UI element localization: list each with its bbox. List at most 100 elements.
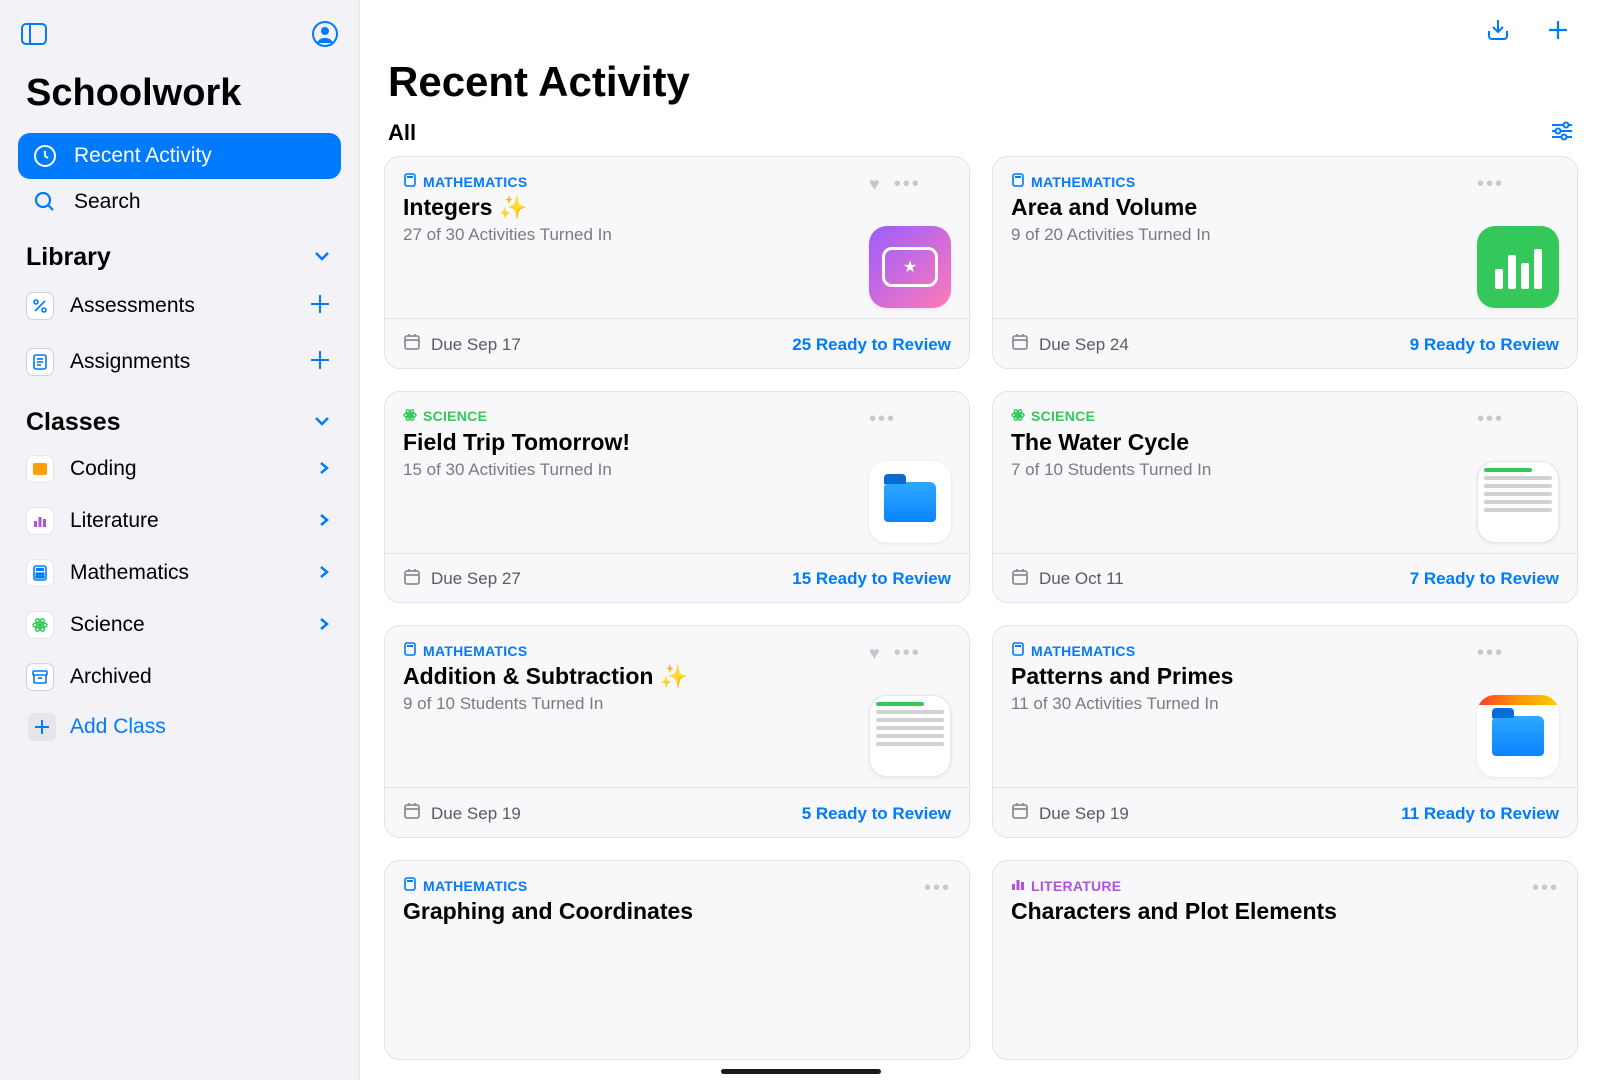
more-icon[interactable]: ••• bbox=[894, 642, 921, 665]
ready-to-review-link[interactable]: 15 Ready to Review bbox=[792, 569, 951, 589]
assignment-card[interactable]: MATHEMATICS Area and Volume 9 of 20 Acti… bbox=[992, 156, 1578, 369]
card-subject: LITERATURE bbox=[1011, 877, 1522, 894]
sidebar-archived[interactable]: Archived bbox=[18, 651, 341, 703]
subject-icon bbox=[403, 408, 417, 425]
chevron-down-icon bbox=[313, 408, 331, 437]
classes-header[interactable]: Classes bbox=[18, 390, 341, 443]
card-thumb-icon bbox=[1477, 695, 1559, 777]
card-due: Due Sep 17 bbox=[403, 333, 521, 356]
clock-icon bbox=[32, 143, 58, 169]
chevron-right-icon bbox=[317, 509, 331, 533]
main-panel: Recent Activity All MATHEMATICS Integers… bbox=[360, 0, 1602, 1080]
add-assessment-button[interactable] bbox=[309, 290, 331, 322]
import-button[interactable] bbox=[1482, 14, 1514, 46]
library-assessments-label: Assessments bbox=[70, 294, 195, 318]
sidebar-class-science[interactable]: Science bbox=[18, 599, 341, 651]
more-icon[interactable]: ••• bbox=[1477, 642, 1504, 665]
ready-to-review-link[interactable]: 25 Ready to Review bbox=[792, 335, 951, 355]
search-icon bbox=[32, 189, 58, 215]
nav-search[interactable]: Search bbox=[18, 179, 341, 225]
library-header[interactable]: Library bbox=[18, 225, 341, 278]
sidebar-class-mathematics[interactable]: Mathematics bbox=[18, 547, 341, 599]
library-assignments[interactable]: Assignments bbox=[18, 334, 341, 390]
chevron-right-icon bbox=[317, 457, 331, 481]
card-subject-label: SCIENCE bbox=[423, 408, 487, 424]
calendar-icon bbox=[403, 333, 421, 356]
filter-label[interactable]: All bbox=[388, 120, 416, 146]
card-title: Characters and Plot Elements bbox=[1011, 898, 1522, 925]
add-class-button[interactable]: Add Class bbox=[18, 703, 341, 751]
more-icon[interactable]: ••• bbox=[1477, 173, 1504, 196]
calendar-icon bbox=[1011, 333, 1029, 356]
new-button[interactable] bbox=[1542, 14, 1574, 46]
card-subject: MATHEMATICS bbox=[1011, 173, 1467, 190]
profile-icon[interactable] bbox=[309, 18, 341, 50]
assignment-card[interactable]: MATHEMATICS Graphing and Coordinates ••• bbox=[384, 860, 970, 1060]
subject-icon bbox=[403, 173, 417, 190]
more-icon[interactable]: ••• bbox=[924, 877, 951, 900]
favorite-icon[interactable]: ♥ bbox=[869, 643, 880, 664]
classes-header-label: Classes bbox=[26, 408, 121, 437]
assignment-card[interactable]: MATHEMATICS Integers ✨ 27 of 30 Activiti… bbox=[384, 156, 970, 369]
card-subject-label: MATHEMATICS bbox=[1031, 643, 1135, 659]
subject-icon bbox=[1011, 642, 1025, 659]
class-icon bbox=[26, 611, 54, 639]
add-assignment-button[interactable] bbox=[309, 346, 331, 378]
assignment-card[interactable]: MATHEMATICS Addition & Subtraction ✨ 9 o… bbox=[384, 625, 970, 838]
card-subtitle: 9 of 10 Students Turned In bbox=[403, 694, 859, 714]
card-subject-label: MATHEMATICS bbox=[1031, 174, 1135, 190]
card-subject: SCIENCE bbox=[1011, 408, 1467, 425]
sidebar: Schoolwork Recent Activity Search Librar… bbox=[0, 0, 360, 1080]
more-icon[interactable]: ••• bbox=[869, 408, 896, 431]
calendar-icon bbox=[403, 568, 421, 591]
ready-to-review-link[interactable]: 7 Ready to Review bbox=[1410, 569, 1559, 589]
card-title: Addition & Subtraction ✨ bbox=[403, 663, 859, 690]
sidebar-toggle-icon[interactable] bbox=[18, 18, 50, 50]
ready-to-review-link[interactable]: 5 Ready to Review bbox=[802, 804, 951, 824]
chevron-right-icon bbox=[317, 561, 331, 585]
subject-icon bbox=[403, 642, 417, 659]
card-thumb-icon bbox=[1477, 461, 1559, 543]
card-due: Due Oct 11 bbox=[1011, 568, 1124, 591]
favorite-icon[interactable]: ♥ bbox=[869, 174, 880, 195]
card-subject: MATHEMATICS bbox=[403, 877, 914, 894]
plus-icon bbox=[28, 713, 56, 741]
filter-icon[interactable] bbox=[1550, 121, 1574, 146]
card-subtitle: 9 of 20 Activities Turned In bbox=[1011, 225, 1467, 245]
subject-icon bbox=[403, 877, 417, 894]
ready-to-review-link[interactable]: 11 Ready to Review bbox=[1401, 804, 1559, 824]
card-subject-label: LITERATURE bbox=[1031, 878, 1121, 894]
assignment-card[interactable]: MATHEMATICS Patterns and Primes 11 of 30… bbox=[992, 625, 1578, 838]
subject-icon bbox=[1011, 877, 1025, 894]
add-class-label: Add Class bbox=[70, 715, 166, 739]
library-header-label: Library bbox=[26, 243, 111, 272]
more-icon[interactable]: ••• bbox=[1532, 877, 1559, 900]
sidebar-class-coding[interactable]: Coding bbox=[18, 443, 341, 495]
card-due: Due Sep 24 bbox=[1011, 333, 1129, 356]
ready-to-review-link[interactable]: 9 Ready to Review bbox=[1410, 335, 1559, 355]
more-icon[interactable]: ••• bbox=[894, 173, 921, 196]
card-subtitle: 27 of 30 Activities Turned In bbox=[403, 225, 859, 245]
page-title: Recent Activity bbox=[388, 58, 1574, 106]
sidebar-class-literature[interactable]: Literature bbox=[18, 495, 341, 547]
card-title: Patterns and Primes bbox=[1011, 663, 1467, 690]
class-label: Science bbox=[70, 613, 145, 637]
class-icon bbox=[26, 507, 54, 535]
calendar-icon bbox=[1011, 568, 1029, 591]
more-icon[interactable]: ••• bbox=[1477, 408, 1504, 431]
card-subject-label: MATHEMATICS bbox=[423, 878, 527, 894]
assignment-card[interactable]: LITERATURE Characters and Plot Elements … bbox=[992, 860, 1578, 1060]
card-title: Graphing and Coordinates bbox=[403, 898, 914, 925]
calendar-icon bbox=[403, 802, 421, 825]
card-due-label: Due Sep 27 bbox=[431, 569, 521, 589]
assignment-card[interactable]: SCIENCE Field Trip Tomorrow! 15 of 30 Ac… bbox=[384, 391, 970, 604]
assignment-card[interactable]: SCIENCE The Water Cycle 7 of 10 Students… bbox=[992, 391, 1578, 604]
class-icon bbox=[26, 559, 54, 587]
library-assessments[interactable]: Assessments bbox=[18, 278, 341, 334]
class-icon bbox=[26, 455, 54, 483]
nav-recent-activity[interactable]: Recent Activity bbox=[18, 133, 341, 179]
card-due: Due Sep 27 bbox=[403, 568, 521, 591]
card-subject: SCIENCE bbox=[403, 408, 859, 425]
app-title: Schoolwork bbox=[26, 72, 333, 115]
card-subject-label: MATHEMATICS bbox=[423, 174, 527, 190]
